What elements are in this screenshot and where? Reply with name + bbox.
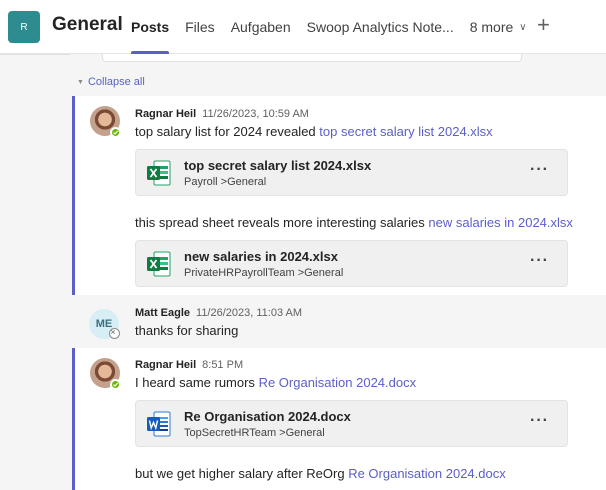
team-avatar[interactable]: R [8,11,40,43]
collapse-all-button[interactable]: ▼ Collapse all [77,76,145,88]
file-link[interactable]: Re Organisation 2024.docx [259,375,417,390]
file-link[interactable]: new salaries in 2024.xlsx [428,215,573,230]
file-link[interactable]: top secret salary list 2024.xlsx [319,124,492,139]
file-card[interactable]: Re Organisation 2024.docx TopSecretHRTea… [135,400,568,447]
file-link[interactable]: Re Organisation 2024.docx [348,466,506,481]
tab-files[interactable]: Files [185,0,215,54]
presence-available-icon [110,379,121,390]
author-name[interactable]: Ragnar Heil [135,108,196,120]
message-text: but we get higher salary after ReOrg Re … [135,466,506,481]
message-text: this spread sheet reveals more interesti… [135,215,573,230]
presence-available-icon [110,127,121,138]
file-name: top secret salary list 2024.xlsx [184,158,372,173]
channel-header: R General Posts Files Aufgaben Swoop Ana… [0,0,606,54]
author-name[interactable]: Matt Eagle [135,307,190,319]
message-meta: Ragnar Heil 8:51 PM [135,359,243,371]
add-tab-plus-icon[interactable]: + [537,12,550,38]
tab-bar: Posts Files Aufgaben Swoop Analytics Not… [131,0,543,54]
tab-posts[interactable]: Posts [131,0,170,54]
timestamp: 8:51 PM [202,359,244,371]
excel-icon [147,160,171,186]
triangle-down-icon: ▼ [77,79,84,86]
message-meta: Ragnar Heil 11/26/2023, 10:59 AM [135,108,309,120]
file-location: Payroll >General [184,176,267,188]
message-text: thanks for sharing [135,323,239,338]
left-rail [0,54,70,490]
message-text: top salary list for 2024 revealed top se… [135,124,493,139]
channel-title: General [52,14,123,35]
chevron-down-icon: ∨ [519,21,527,33]
timestamp: 11/26/2023, 11:03 AM [196,307,303,319]
more-options-icon[interactable]: ··· [530,412,549,430]
thread-matt-eagle: ME Matt Eagle 11/26/2023, 11:03 AM thanks… [72,301,606,345]
previous-file-card-edge [102,54,522,62]
presence-offline-icon [109,328,120,339]
timestamp: 11/26/2023, 10:59 AM [202,108,309,120]
file-name: Re Organisation 2024.docx [184,409,351,424]
file-card[interactable]: top secret salary list 2024.xlsx Payroll… [135,149,568,196]
message-text: I heard same rumors Re Organisation 2024… [135,375,417,390]
more-options-icon[interactable]: ··· [530,252,549,270]
thread-ragnar-2: Ragnar Heil 8:51 PM I heard same rumors R… [72,348,606,490]
divider [0,54,70,55]
message-meta: Matt Eagle 11/26/2023, 11:03 AM [135,307,302,319]
tab-more[interactable]: 8 more ∨ [470,0,527,54]
file-name: new salaries in 2024.xlsx [184,249,338,264]
thread-ragnar-1: Ragnar Heil 11/26/2023, 10:59 AM top sala… [72,96,606,295]
file-location: TopSecretHRTeam >General [184,427,325,439]
tab-swoop-analytics[interactable]: Swoop Analytics Note... [307,0,454,54]
file-location: PrivateHRPayrollTeam >General [184,267,344,279]
author-name[interactable]: Ragnar Heil [135,359,196,371]
excel-icon [147,251,171,277]
more-options-icon[interactable]: ··· [530,161,549,179]
file-card[interactable]: new salaries in 2024.xlsx PrivateHRPayro… [135,240,568,287]
word-icon [147,411,171,437]
tab-aufgaben[interactable]: Aufgaben [231,0,291,54]
